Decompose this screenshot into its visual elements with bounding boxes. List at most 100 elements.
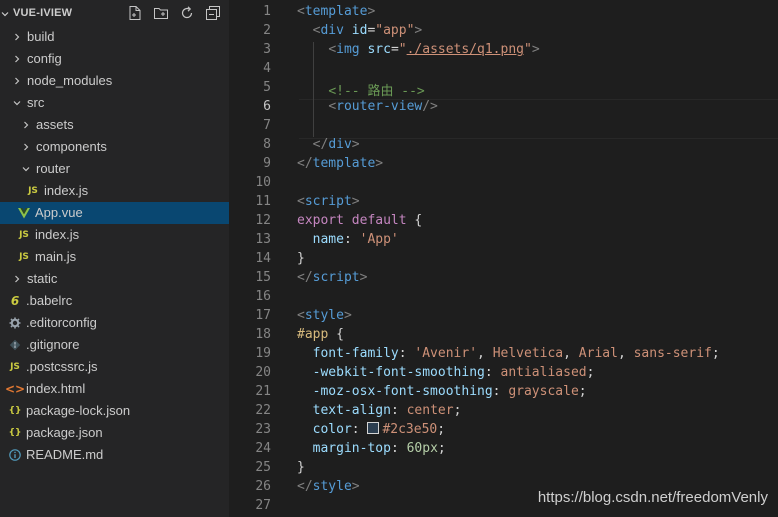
chevron-down-icon[interactable]: [21, 158, 31, 180]
code-line[interactable]: <!-- 路由 -->: [297, 80, 424, 99]
tree-folder-router[interactable]: router: [0, 158, 229, 180]
code-line[interactable]: }: [297, 251, 305, 266]
chevron-down-icon[interactable]: [0, 0, 10, 28]
code-token: :: [390, 441, 407, 456]
line-number: 2: [263, 23, 271, 38]
tree-file-editorconfig[interactable]: .editorconfig: [0, 312, 229, 334]
chevron-right-icon[interactable]: [12, 268, 22, 290]
chevron-right-icon[interactable]: [21, 136, 31, 158]
code-token: 'App': [359, 232, 399, 247]
code-token: :: [351, 422, 368, 437]
color-swatch[interactable]: [367, 422, 380, 434]
code-line[interactable]: <img src="./assets/q1.png">: [297, 42, 539, 57]
code-line[interactable]: export default {: [297, 213, 422, 228]
tree-file-main-js[interactable]: JS main.js: [0, 246, 229, 268]
tree-folder-components[interactable]: components: [0, 136, 229, 158]
new-file-icon[interactable]: [127, 5, 143, 21]
code-token: style: [312, 479, 352, 494]
code-line[interactable]: <template>: [297, 4, 375, 19]
tree-folder-node-modules[interactable]: node_modules: [0, 70, 229, 92]
tree-folder-build[interactable]: build: [0, 26, 229, 48]
code-token: ;: [453, 403, 462, 418]
tree-file-index-js[interactable]: JS index.js: [0, 224, 229, 246]
line-number: 11: [255, 194, 271, 209]
code-line[interactable]: margin-top: 60px;: [297, 441, 446, 456]
code-line[interactable]: text-align: center;: [297, 403, 462, 418]
tree-file-index-html[interactable]: <> index.html: [0, 378, 229, 400]
tree-file-readme-md[interactable]: README.md: [0, 444, 229, 466]
explorer-title[interactable]: VUE-IVIEW: [13, 7, 72, 19]
code-token: >: [351, 194, 360, 209]
code-line[interactable]: <script>: [297, 194, 360, 209]
tree-file-package-json[interactable]: {} package.json: [0, 422, 229, 444]
line-number: 23: [255, 422, 271, 437]
code-line[interactable]: </style>: [297, 479, 360, 494]
code-line[interactable]: }: [297, 460, 305, 475]
code-token: src: [359, 42, 391, 57]
code-token: <: [297, 194, 305, 209]
code-line[interactable]: color: #2c3e50;: [297, 422, 445, 437]
code-line[interactable]: font-family: 'Avenir', Helvetica, Arial,…: [297, 346, 720, 361]
code-line[interactable]: name: 'App': [297, 232, 399, 247]
tree-item-label: build: [27, 29, 55, 44]
line-number: 16: [255, 289, 271, 304]
code-line[interactable]: #app {: [297, 327, 344, 342]
tree-folder-config[interactable]: config: [0, 48, 229, 70]
code-line[interactable]: -webkit-font-smoothing: antialiased;: [297, 365, 595, 380]
new-folder-icon[interactable]: [153, 5, 169, 21]
chevron-right-icon[interactable]: [21, 114, 31, 136]
explorer-sidebar: VUE-IVIEW build config node_modules src asse…: [0, 0, 229, 517]
tree-file-package-lock-json[interactable]: {} package-lock.json: [0, 400, 229, 422]
tree-folder-src[interactable]: src: [0, 92, 229, 114]
tree-folder-assets[interactable]: assets: [0, 114, 229, 136]
tree-file-gitignore[interactable]: .gitignore: [0, 334, 229, 356]
line-number: 24: [255, 441, 271, 456]
tree-item-label: .gitignore: [26, 337, 80, 352]
tree-file-babelrc[interactable]: 6 .babelrc: [0, 290, 229, 312]
tree-file-app-vue[interactable]: App.vue: [0, 202, 229, 224]
tree-file-index-js[interactable]: JS index.js: [0, 180, 229, 202]
code-line[interactable]: </div>: [297, 137, 360, 152]
code-line[interactable]: </template>: [297, 156, 383, 171]
code-token: default: [351, 213, 407, 228]
chevron-down-icon[interactable]: [12, 92, 22, 114]
chevron-right-icon[interactable]: [12, 70, 22, 92]
line-number: 3: [263, 42, 271, 57]
tree-item-label: index.js: [35, 227, 80, 242]
code-token: </: [297, 479, 313, 494]
watermark: https://blog.csdn.net/freedomVenly: [537, 489, 768, 506]
tree-file-postcssrc-js[interactable]: JS .postcssrc.js: [0, 356, 229, 378]
code-line[interactable]: -moz-osx-font-smoothing: grayscale;: [297, 384, 587, 399]
code-line[interactable]: </script>: [297, 270, 367, 285]
code-token: name: [312, 232, 344, 247]
vue-file-icon: [17, 202, 31, 224]
line-number: 26: [255, 479, 271, 494]
refresh-icon[interactable]: [179, 5, 195, 21]
code-token: />: [422, 99, 438, 114]
code-token: <: [328, 42, 337, 57]
code-line[interactable]: <style>: [297, 308, 352, 323]
code-token: }: [297, 460, 305, 475]
line-number: 19: [255, 346, 271, 361]
code-line[interactable]: <router-view/>: [297, 99, 438, 114]
json-file-icon: {}: [8, 406, 22, 416]
collapse-all-icon[interactable]: [205, 5, 221, 21]
tree-folder-static[interactable]: static: [0, 268, 229, 290]
tree-item-label: index.js: [44, 183, 89, 198]
chevron-right-icon[interactable]: [12, 26, 22, 48]
tree-item-label: components: [36, 139, 107, 154]
chevron-right-icon[interactable]: [12, 48, 22, 70]
code-line[interactable]: <div id="app">: [297, 23, 423, 38]
tree-item-label: config: [27, 51, 62, 66]
code-token: <: [297, 308, 305, 323]
code-editor[interactable]: 1 2 3 4 5 6 7 8 9 10 11 12 13 14 15 16 17 18 19 20 21 22 23 24 2…: [229, 0, 778, 517]
code-token: >: [351, 479, 360, 494]
code-token: <: [297, 4, 305, 19]
code-token: <: [328, 99, 337, 114]
